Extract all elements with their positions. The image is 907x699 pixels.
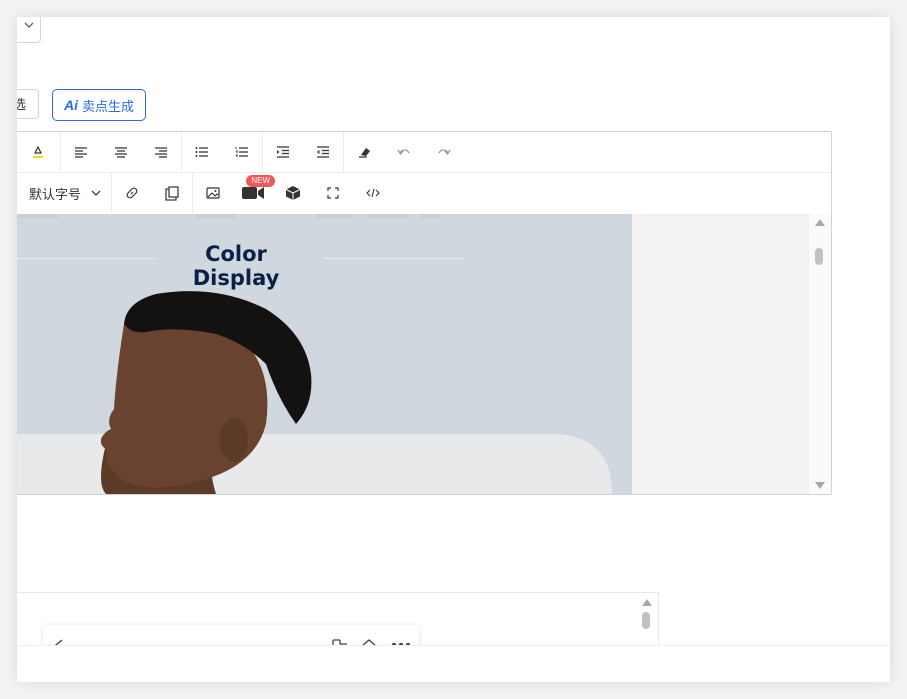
scroll-up-arrow-icon[interactable] (815, 219, 825, 226)
editor-scrollbar[interactable] (808, 214, 831, 494)
ai-icon: Ai (63, 97, 78, 113)
toolbar-row-1 (17, 132, 831, 173)
bullet-list-icon (195, 147, 208, 157)
clear-format-button[interactable] (344, 132, 384, 172)
ai-selling-points-button[interactable]: Ai 卖点生成 (52, 89, 146, 121)
indent-decrease-button[interactable] (303, 132, 343, 172)
title-divider-right (324, 258, 464, 259)
rich-text-editor: 默认字号 NEW Color Display (17, 131, 832, 495)
link-icon (126, 187, 138, 199)
align-left-icon (75, 147, 87, 158)
chevron-down-icon (91, 190, 101, 196)
product-banner-image: Color Display (17, 214, 632, 494)
indent-increase-icon (277, 146, 289, 158)
preview-scroll-up-arrow-icon[interactable] (642, 599, 652, 606)
video-icon (242, 187, 265, 199)
undo-button[interactable] (384, 132, 424, 172)
indent-decrease-icon (317, 146, 329, 158)
bullet-list-button[interactable] (182, 132, 222, 172)
editor-content[interactable]: Color Display (17, 214, 831, 494)
font-size-select[interactable]: 默认字号 (17, 173, 111, 213)
new-badge: NEW (246, 175, 276, 187)
fullscreen-icon (327, 187, 339, 199)
image-icon (206, 187, 220, 199)
align-right-button[interactable] (141, 132, 181, 172)
scrollbar-thumb[interactable] (815, 248, 823, 265)
banner-title: Color Display (192, 242, 280, 290)
align-right-icon (155, 147, 167, 158)
ai-button-label: 卖点生成 (81, 98, 134, 114)
font-size-label: 默认字号 (29, 186, 82, 202)
select-button[interactable]: 选 (17, 89, 39, 119)
text-highlight-icon (33, 145, 43, 158)
select-button-label: 选 (17, 97, 26, 112)
video-button[interactable]: NEW (233, 173, 276, 213)
undo-icon (397, 149, 410, 156)
code-view-icon (366, 188, 380, 198)
scroll-down-arrow-icon[interactable] (815, 482, 825, 489)
fullscreen-button[interactable] (313, 173, 353, 213)
chevron-down-icon (24, 22, 34, 28)
indent-increase-button[interactable] (263, 132, 303, 172)
numbered-list-icon (235, 147, 248, 157)
category-dropdown[interactable] (17, 17, 41, 43)
paste-button[interactable] (152, 173, 192, 213)
align-left-button[interactable] (61, 132, 101, 172)
code-view-button[interactable] (353, 173, 393, 213)
title-divider-left (17, 258, 154, 259)
3d-model-button[interactable] (273, 173, 313, 213)
clear-format-icon (359, 148, 370, 158)
redo-button[interactable] (424, 132, 464, 172)
text-highlight-button[interactable] (17, 132, 60, 172)
paste-icon (165, 185, 179, 201)
redo-icon (438, 149, 451, 156)
banner-graphic (17, 214, 612, 494)
preview-scrollbar-thumb[interactable] (642, 612, 650, 629)
link-button[interactable] (112, 173, 152, 213)
footer-area (17, 645, 890, 682)
align-center-button[interactable] (101, 132, 141, 172)
align-center-icon (115, 147, 127, 158)
numbered-list-button[interactable] (222, 132, 262, 172)
page: 选 Ai 卖点生成 默认字号 NEW Color Display (17, 17, 890, 682)
toolbar-row-2: 默认字号 NEW (17, 173, 831, 213)
image-button[interactable] (193, 173, 233, 213)
3d-model-icon (285, 186, 301, 200)
